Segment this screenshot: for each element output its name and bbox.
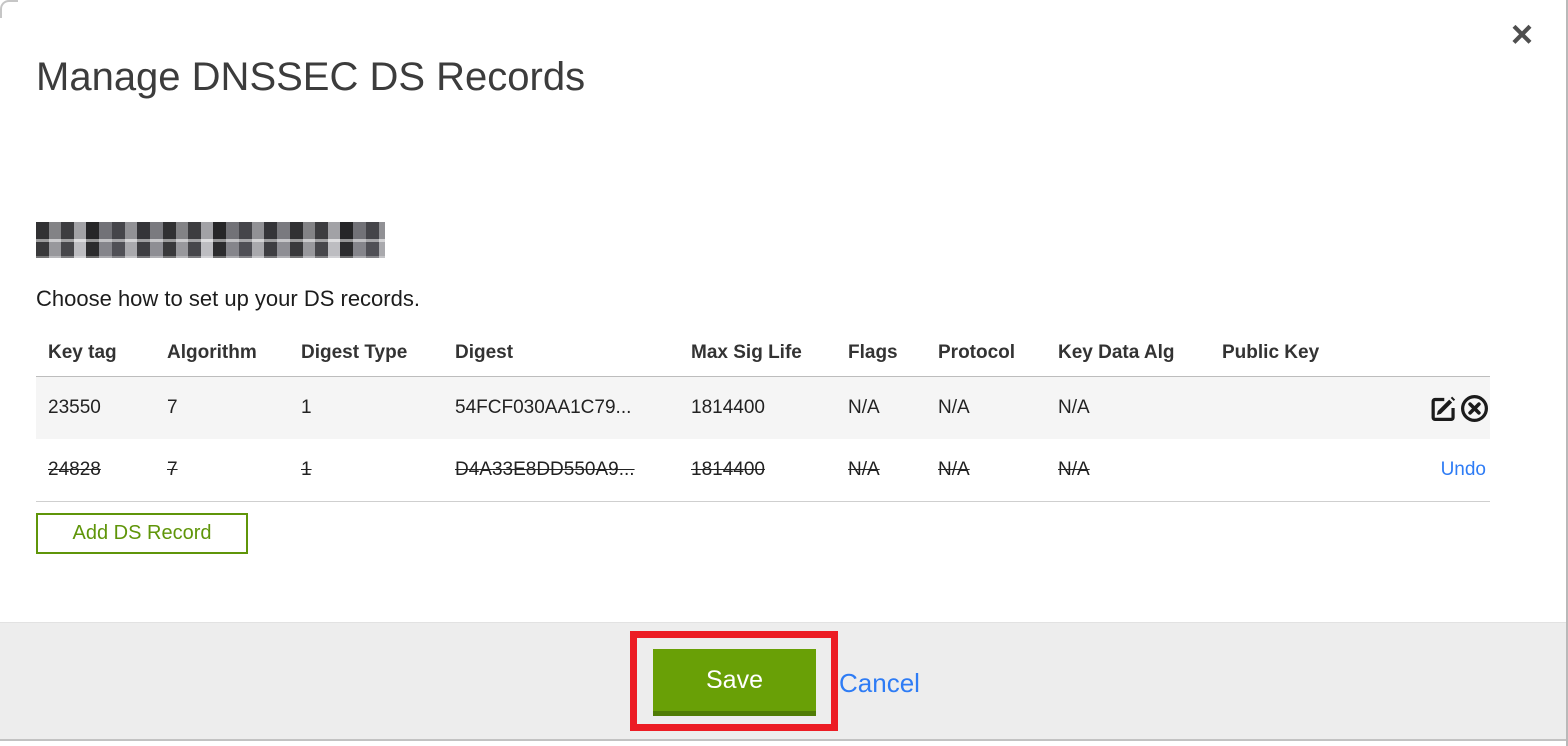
redacted-domain-text — [36, 222, 385, 258]
cell-max-sig-life: 1814400 — [691, 397, 765, 418]
col-header-algorithm: Algorithm — [167, 342, 257, 363]
table-header-row: Key tag Algorithm Digest Type Digest Max… — [36, 330, 1490, 377]
cell-algorithm: 7 — [167, 459, 178, 480]
cell-key-tag: 24828 — [48, 459, 101, 480]
row-actions — [1370, 377, 1490, 440]
cell-digest-type: 1 — [301, 459, 312, 480]
undo-link[interactable]: Undo — [1441, 459, 1490, 480]
cell-flags: N/A — [848, 397, 880, 418]
row-actions: Undo — [1370, 439, 1490, 502]
edit-icon[interactable] — [1428, 393, 1459, 424]
table-row: 23550 7 1 54FCF030AA1C79... 1814400 N/A … — [36, 376, 1490, 440]
cell-key-tag: 23550 — [48, 397, 101, 418]
col-header-key-tag: Key tag — [48, 342, 117, 363]
cell-key-data-alg: N/A — [1058, 397, 1090, 418]
cell-max-sig-life: 1814400 — [691, 459, 765, 480]
col-header-max-sig-life: Max Sig Life — [691, 342, 802, 363]
col-header-public-key: Public Key — [1222, 342, 1320, 363]
cell-digest: 54FCF030AA1C79... — [455, 397, 632, 418]
cancel-link[interactable]: Cancel — [839, 668, 920, 699]
cell-public-key — [1210, 377, 1370, 440]
cell-digest: D4A33E8DD550A9... — [455, 459, 635, 480]
cell-flags: N/A — [848, 459, 880, 480]
save-button[interactable]: Save — [653, 649, 816, 716]
col-header-digest-type: Digest Type — [301, 342, 408, 363]
ds-records-table: Key tag Algorithm Digest Type Digest Max… — [36, 330, 1490, 502]
page-title: Manage DNSSEC DS Records — [36, 54, 586, 99]
close-icon[interactable]: × — [1501, 14, 1543, 56]
col-header-protocol: Protocol — [938, 342, 1016, 363]
cell-public-key — [1210, 439, 1370, 502]
cell-protocol: N/A — [938, 459, 970, 480]
cell-protocol: N/A — [938, 397, 970, 418]
intro-text: Choose how to set up your DS records. — [36, 286, 420, 311]
col-header-key-data-alg: Key Data Alg — [1058, 342, 1175, 363]
col-header-flags: Flags — [848, 342, 898, 363]
window-corner-border — [0, 0, 18, 18]
add-ds-record-button[interactable]: Add DS Record — [36, 513, 248, 554]
manage-dnssec-modal: Manage DNSSEC DS Records × Choose how to… — [0, 0, 1568, 746]
cell-key-data-alg: N/A — [1058, 459, 1090, 480]
table-row-deleted: 24828 7 1 D4A33E8DD550A9... 1814400 N/A … — [36, 439, 1490, 502]
cell-algorithm: 7 — [167, 397, 178, 418]
col-header-digest: Digest — [455, 342, 514, 363]
delete-icon[interactable] — [1459, 393, 1490, 424]
cell-digest-type: 1 — [301, 397, 312, 418]
col-header-actions — [1370, 330, 1490, 377]
